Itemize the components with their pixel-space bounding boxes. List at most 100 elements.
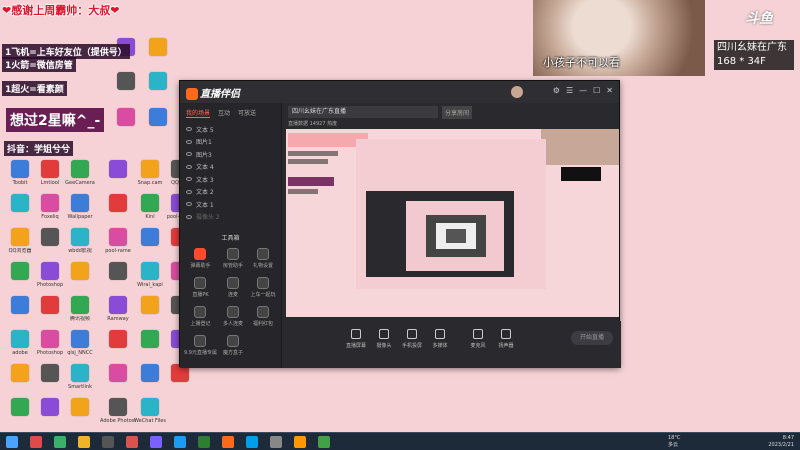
system-clock[interactable]: 8:47 2023/2/21 [768, 435, 794, 449]
desktop-icon[interactable]: GeeCamera [62, 160, 98, 194]
desktop-icon[interactable]: qlsj_NNCC [62, 330, 98, 364]
desktop-icon[interactable] [140, 72, 176, 106]
tool-button[interactable]: 福利红包 [249, 306, 277, 327]
desktop-icon[interactable] [62, 398, 98, 432]
taskbar-app-icon[interactable] [78, 436, 90, 448]
taskbar-app-icon[interactable] [174, 436, 186, 448]
taskbar-app-icon[interactable] [102, 436, 114, 448]
taskbar-app-icon[interactable] [222, 436, 234, 448]
share-room-button[interactable]: 分享房间 [442, 106, 473, 119]
taskbar-app-icon[interactable] [198, 436, 210, 448]
maximize-icon[interactable]: ☐ [593, 86, 600, 96]
avatar[interactable] [511, 86, 523, 98]
start-icon[interactable] [6, 436, 18, 448]
stream-preview[interactable] [286, 129, 619, 317]
eye-icon[interactable] [186, 202, 192, 207]
eye-icon[interactable] [186, 164, 192, 169]
app-icon [71, 262, 89, 280]
desktop-icon[interactable] [100, 330, 136, 364]
taskbar-app-icon[interactable] [246, 436, 258, 448]
tool-button[interactable]: 直播PK [184, 277, 217, 298]
tool-button[interactable]: 礼物设置 [249, 248, 277, 269]
toolbox-title: 工具箱 [221, 235, 240, 242]
scene-item[interactable]: 文本 2 [180, 186, 281, 199]
app-icon [41, 398, 59, 416]
desktop-icon[interactable]: Adobe Photoshop [100, 398, 136, 432]
tool-button[interactable]: 魔方盒子 [219, 335, 247, 356]
live-title-field[interactable]: 四川幺妹在广东直播 [288, 106, 438, 118]
desktop-icon[interactable]: pool-rame [100, 228, 136, 262]
app-icon [41, 364, 59, 382]
control-button[interactable]: 扬声器 [492, 329, 520, 349]
desktop-icon[interactable]: 腾讯视频 [62, 296, 98, 330]
scene-item[interactable]: 文本 5 [180, 123, 281, 136]
location-line-1: 四川幺妹在广东 [717, 42, 787, 53]
eye-icon[interactable] [186, 189, 192, 194]
desktop-icon[interactable] [100, 262, 136, 296]
desktop-icon[interactable]: wbdd影视 [62, 228, 98, 262]
app-icon [71, 296, 89, 314]
eye-icon[interactable] [186, 214, 192, 219]
scene-item[interactable]: 图片3 [180, 148, 281, 161]
taskbar-app-icon[interactable] [126, 436, 138, 448]
taskbar-app-icon[interactable] [294, 436, 306, 448]
scene-item[interactable]: 文本 4 [180, 161, 281, 174]
scene-item[interactable]: 图片1 [180, 136, 281, 149]
desktop-icon[interactable] [140, 38, 176, 72]
tool-button[interactable]: 9.9元直播专属 [184, 335, 217, 356]
minimize-icon[interactable]: — [579, 86, 587, 96]
tab-my-scenes[interactable]: 我的场景 [186, 108, 211, 118]
tool-button[interactable]: 多人连麦 [219, 306, 247, 327]
control-button[interactable]: 直播屏幕 [342, 329, 370, 349]
settings-icon[interactable]: ⚙ [553, 86, 560, 96]
desktop-icon[interactable] [108, 72, 144, 106]
close-icon[interactable]: ✕ [606, 86, 613, 96]
desktop-icon[interactable] [100, 160, 136, 194]
desktop-icon[interactable]: Wallpaper [62, 194, 98, 228]
tool-button[interactable]: 弹幕助手 [184, 248, 217, 269]
app-icon [11, 398, 29, 416]
streaming-app-window[interactable]: 直播伴侣 ⚙ ☰ — ☐ ✕ 我的场景 互动 可放送 文本 5 图片1 图片3 文本 … [179, 80, 621, 368]
desktop-icon[interactable] [162, 364, 198, 398]
desktop-icon[interactable]: WeChat Files [132, 398, 168, 432]
control-button[interactable]: 摄像头 [370, 329, 398, 349]
desktop-icon[interactable] [108, 108, 144, 142]
control-button[interactable]: 多媒体 [426, 329, 454, 349]
scene-item[interactable]: 摄像头 2 [180, 211, 281, 224]
app-title-bar[interactable]: 直播伴侣 ⚙ ☰ — ☐ ✕ [180, 81, 619, 103]
start-live-button[interactable]: 开始直播 [571, 331, 613, 345]
scene-item[interactable]: 文本 3 [180, 173, 281, 186]
tool-button[interactable]: 上车一起玩 [249, 277, 277, 298]
control-button[interactable]: 麦克风 [464, 329, 492, 349]
eye-icon[interactable] [186, 139, 192, 144]
desktop-icon[interactable]: Ramway [100, 296, 136, 330]
tool-button[interactable]: 房管助手 [219, 248, 247, 269]
desktop-icon[interactable] [100, 364, 136, 398]
desktop-icon[interactable] [100, 194, 136, 228]
thanks-banner: ❤感谢上周霸帅：大叔❤ [2, 4, 120, 17]
desktop-icon[interactable] [62, 262, 98, 296]
desktop-icon[interactable]: Smartlink [62, 364, 98, 398]
tab-interact[interactable]: 互动 [218, 108, 230, 118]
app-icon [141, 228, 159, 246]
taskbar-app-icon[interactable] [30, 436, 42, 448]
tool-button[interactable]: 连麦 [219, 277, 247, 298]
eye-icon[interactable] [186, 177, 192, 182]
app-icon [11, 228, 29, 246]
taskbar-app-icon[interactable] [318, 436, 330, 448]
app-icon [71, 160, 89, 178]
taskbar-app-icon[interactable] [270, 436, 282, 448]
tool-button[interactable]: 上播登记 [184, 306, 217, 327]
scene-item[interactable]: 文本 1 [180, 198, 281, 211]
app-icon [41, 262, 59, 280]
app-icon [109, 194, 127, 212]
tab-broadcast[interactable]: 可放送 [238, 108, 256, 118]
taskbar-app-icon[interactable] [150, 436, 162, 448]
desktop-icon[interactable] [140, 108, 176, 142]
eye-icon[interactable] [186, 127, 192, 132]
taskbar-app-icon[interactable] [54, 436, 66, 448]
menu-icon[interactable]: ☰ [566, 86, 573, 96]
control-button[interactable]: 手机投屏 [398, 329, 426, 349]
weather-widget[interactable]: 18°C 多云 [668, 435, 680, 449]
eye-icon[interactable] [186, 152, 192, 157]
